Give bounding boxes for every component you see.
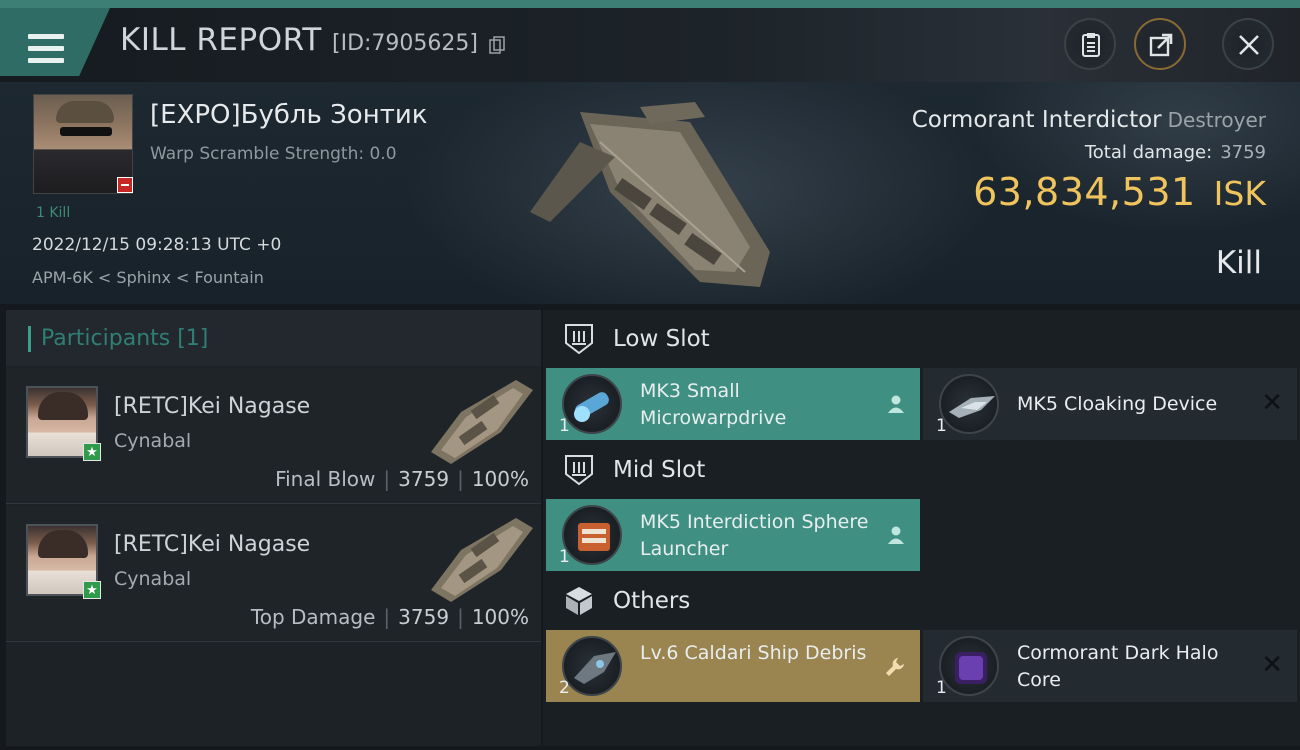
module-quantity: 1 [559, 416, 570, 436]
total-damage-value: 3759 [1220, 142, 1266, 163]
participant-ship: Cynabal [114, 568, 192, 590]
interdiction-launcher-icon [562, 505, 622, 565]
module-dark-halo-core[interactable]: 1 Cormorant Dark Halo Core ✕ [923, 630, 1297, 702]
ship-name: Cormorant Interdictor [911, 107, 1162, 133]
ship-debris-icon [562, 636, 622, 696]
module-name: Lv.6 Caldari Ship Debris [640, 642, 867, 664]
module-name: MK5 Interdiction Sphere Launcher [640, 511, 869, 560]
destroyed-x-icon: ✕ [1261, 650, 1283, 680]
friendly-star-icon: ★ [83, 443, 101, 461]
kill-count: 1 Kill [36, 205, 71, 221]
victim-ship-render [530, 102, 770, 287]
warp-scramble-strength: Warp Scramble Strength: 0.0 [150, 144, 397, 164]
participant-damage: 3759 [398, 605, 450, 629]
participant-row[interactable]: ★ [RETC]Kei Nagase Cynabal Final Blow | 37… [6, 368, 541, 504]
ship-class: Destroyer [1167, 108, 1266, 132]
close-icon [1239, 35, 1259, 55]
module-microwarpdrive[interactable]: 1 MK3 Small Microwarpdrive [546, 368, 920, 440]
participant-row[interactable]: ★ [RETC]Kei Nagase Cynabal Top Damage | 37… [6, 506, 541, 642]
total-damage: Total damage: 3759 [1085, 142, 1266, 163]
module-quantity: 2 [559, 678, 570, 698]
share-icon [1149, 33, 1173, 57]
isk-value: 63,834,531 [973, 170, 1196, 214]
module-quantity: 1 [936, 678, 947, 698]
participant-name[interactable]: [RETC]Kei Nagase [114, 532, 310, 557]
participant-percent: 100% [471, 467, 529, 491]
wrench-icon [886, 658, 904, 676]
participants-title: Participants [1] [41, 326, 209, 351]
participant-ship: Cynabal [114, 430, 192, 452]
cloaking-device-icon [939, 374, 999, 434]
mid-slot-title: Mid Slot [613, 457, 706, 483]
kill-summary: [EXPO]Бубль Зонтик Warp Scramble Strengt… [0, 82, 1300, 304]
participant-name[interactable]: [RETC]Kei Nagase [114, 394, 310, 419]
participant-percent: 100% [471, 605, 529, 629]
copy-icon[interactable] [489, 36, 505, 54]
result-label: Kill [1215, 245, 1262, 281]
participants-panel: Participants [1] ★ [RETC]Kei Nagase Cyna… [6, 310, 541, 746]
fitted-user-icon [888, 526, 904, 544]
kill-location: APM-6K < Sphinx < Fountain [32, 268, 264, 287]
module-cloaking-device[interactable]: 1 MK5 Cloaking Device ✕ [923, 368, 1297, 440]
low-slot-title: Low Slot [613, 326, 710, 352]
hamburger-menu-icon [28, 34, 64, 64]
report-id: [ID:7905625] [332, 31, 478, 56]
page-title: KILL REPORT [120, 22, 322, 58]
isk-unit: ISK [1213, 174, 1266, 213]
module-name: Cormorant Dark Halo Core [1017, 642, 1219, 691]
participant-ship-icon [431, 380, 533, 464]
section-marker [28, 326, 31, 352]
participant-tag: Final Blow [275, 467, 376, 491]
kill-timestamp: 2022/12/15 09:28:13 UTC +0 [32, 235, 282, 255]
victim-name[interactable]: [EXPO]Бубль Зонтик [150, 100, 427, 130]
close-button[interactable] [1222, 18, 1274, 70]
module-name: MK3 Small Microwarpdrive [640, 380, 787, 429]
fitted-user-icon [888, 395, 904, 413]
participant-tag: Top Damage [250, 605, 376, 629]
module-quantity: 1 [936, 416, 947, 436]
module-name: MK5 Cloaking Device [1017, 393, 1218, 415]
participant-damage: 3759 [398, 467, 450, 491]
total-damage-label: Total damage: [1084, 142, 1213, 163]
cargo-box-icon [566, 587, 592, 615]
clipboard-button[interactable] [1064, 18, 1116, 70]
destroyed-x-icon: ✕ [1261, 388, 1283, 418]
isk-loss: 63,834,531 ISK [973, 170, 1266, 218]
participant-ship-icon [431, 518, 533, 602]
others-title: Others [613, 588, 691, 614]
participant-stats: Top Damage | 3759 | 100% [250, 605, 529, 629]
participants-header: Participants [1] [6, 310, 541, 366]
participant-stats: Final Blow | 3759 | 100% [275, 467, 529, 491]
menu-button[interactable] [0, 8, 110, 76]
module-ship-debris[interactable]: 2 Lv.6 Caldari Ship Debris [546, 630, 920, 702]
clipboard-icon [1082, 33, 1100, 57]
friendly-star-icon: ★ [83, 581, 101, 599]
fitting-panel: Low Slot 1 MK3 Small Microwarpdrive 1 MK… [543, 310, 1300, 746]
microwarpdrive-icon [562, 374, 622, 434]
header-bar: KILL REPORT [ID:7905625] [0, 0, 1300, 82]
ship-type[interactable]: Cormorant Interdictor Destroyer [912, 107, 1266, 133]
module-quantity: 1 [559, 547, 570, 567]
hostile-badge-icon [117, 177, 133, 193]
share-button[interactable] [1134, 18, 1186, 70]
low-slot-icon [565, 324, 593, 355]
module-interdiction-launcher[interactable]: 1 MK5 Interdiction Sphere Launcher [546, 499, 920, 571]
dark-halo-core-icon [939, 636, 999, 696]
mid-slot-icon [565, 455, 593, 486]
